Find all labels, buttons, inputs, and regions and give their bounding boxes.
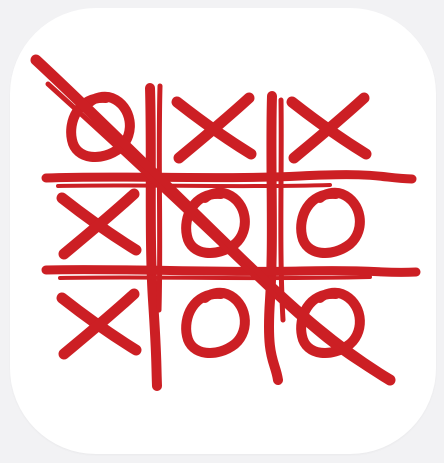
o-mark — [296, 187, 365, 258]
grid-line — [264, 91, 283, 385]
grid-line — [41, 170, 417, 184]
grid-line — [145, 83, 162, 391]
board-cell-2-1[interactable] — [181, 287, 250, 358]
o-mark — [181, 287, 250, 358]
grid-line — [278, 97, 286, 323]
board-cell-1-2[interactable] — [296, 187, 365, 258]
grid-line — [58, 275, 372, 281]
grid-line — [41, 265, 421, 277]
board-cell-0-1[interactable] — [171, 92, 257, 164]
board-cell-1-0[interactable] — [56, 188, 142, 260]
tic-tac-toe-board — [30, 54, 421, 391]
board-cell-2-0[interactable] — [56, 288, 142, 360]
grid-line — [56, 183, 332, 189]
board-cell-0-2[interactable] — [286, 92, 372, 164]
app-icon-canvas — [0, 0, 444, 463]
